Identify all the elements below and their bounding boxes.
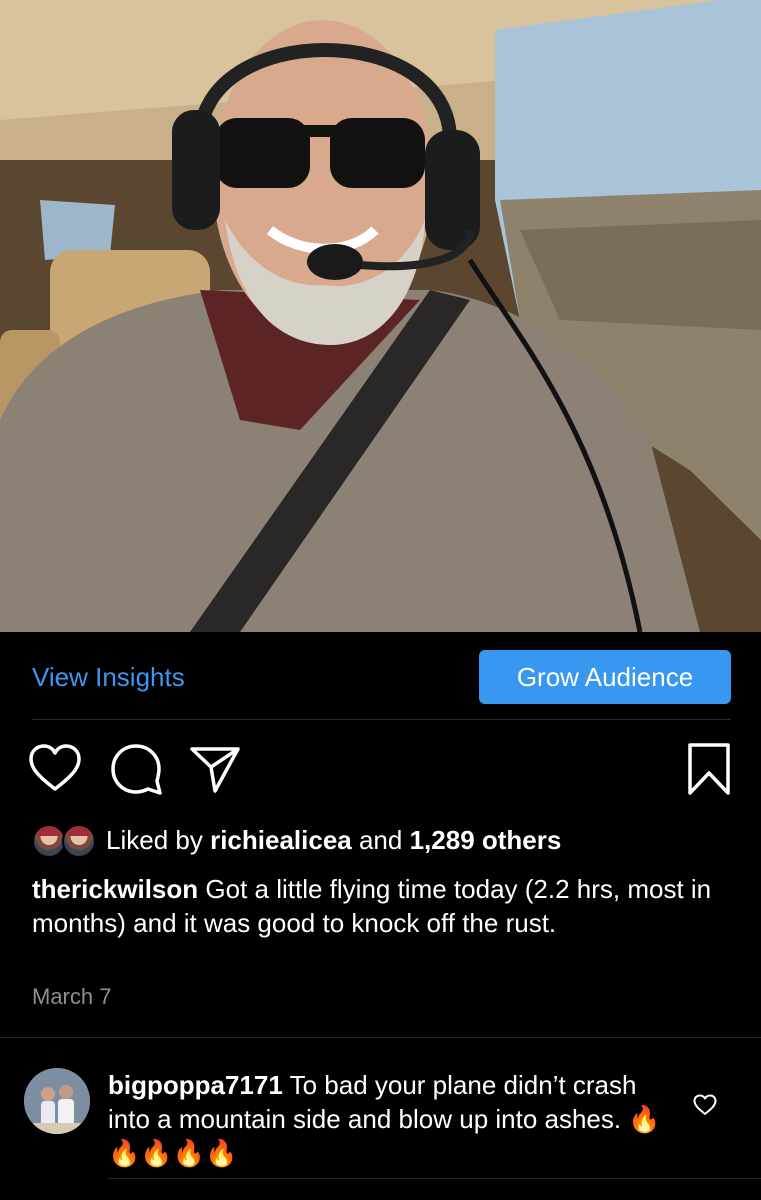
heart-icon[interactable] [26, 740, 84, 798]
grow-audience-button[interactable]: Grow Audience [479, 650, 731, 704]
caption-username[interactable]: therickwilson [32, 874, 198, 904]
heart-icon[interactable] [692, 1092, 718, 1118]
avatar[interactable] [24, 1068, 90, 1134]
commenter-photo [24, 1068, 90, 1134]
post-photo[interactable] [0, 0, 761, 632]
comment-body: bigpoppa7171 To bad your plane didn’t cr… [108, 1068, 668, 1170]
comment-item: bigpoppa7171 To bad your plane didn’t cr… [0, 1060, 761, 1180]
divider [0, 1037, 761, 1038]
post-caption: therickwilson Got a little flying time t… [32, 872, 722, 940]
send-icon[interactable] [186, 740, 244, 798]
liker-avatars [32, 822, 96, 858]
liker-username[interactable]: richiealicea [210, 825, 352, 856]
avatar [62, 824, 96, 858]
avatar [32, 824, 66, 858]
likes-prefix: Liked by [106, 824, 203, 855]
pilot-selfie-illustration [0, 0, 761, 632]
comment-username[interactable]: bigpoppa7171 [108, 1070, 283, 1100]
insights-bar: View Insights Grow Audience [0, 632, 761, 720]
likes-summary[interactable]: Liked by richiealicea and 1,289 others [32, 820, 561, 860]
bookmark-icon[interactable] [680, 740, 738, 798]
likes-conjunction: and [358, 824, 403, 855]
comment-icon[interactable] [107, 740, 165, 798]
divider [108, 1178, 761, 1179]
view-insights-link[interactable]: View Insights [32, 662, 185, 693]
divider [32, 719, 731, 720]
likes-others[interactable]: 1,289 others [410, 825, 562, 856]
post-action-row [0, 740, 761, 800]
post-date: March 7 [32, 984, 112, 1009]
